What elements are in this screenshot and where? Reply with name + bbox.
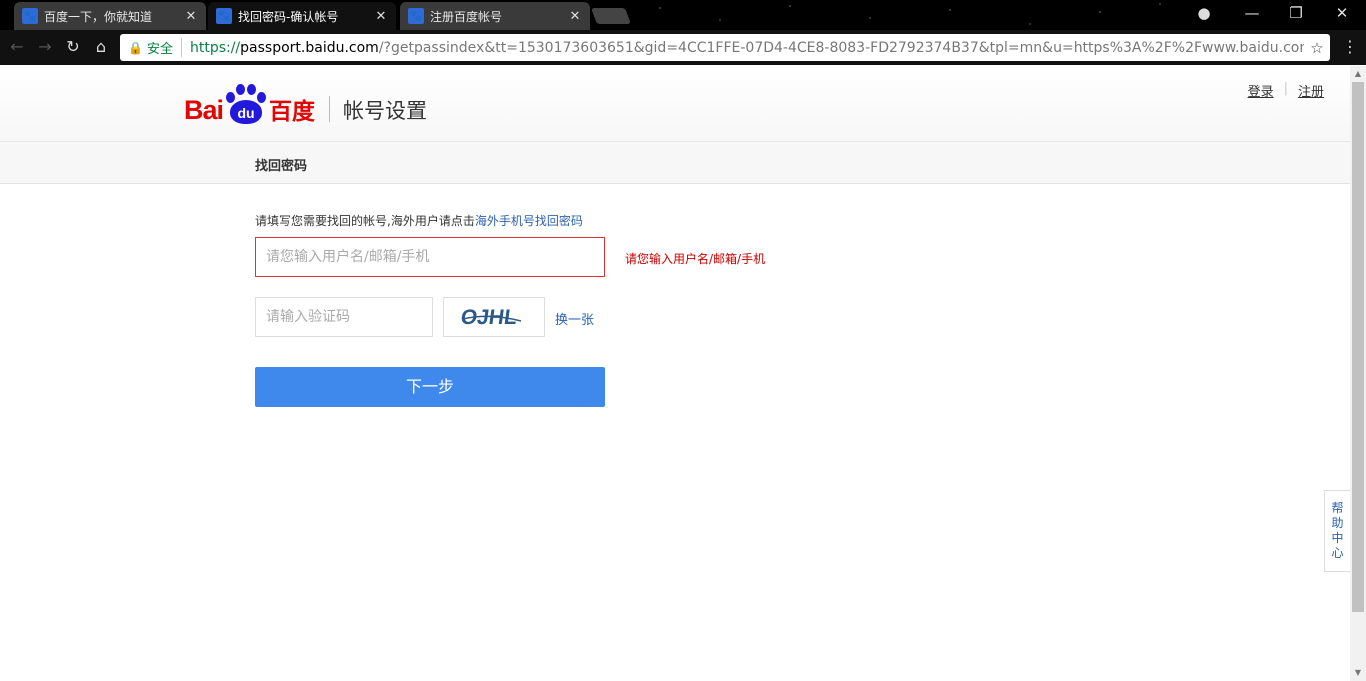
captcha-placeholder: 请输入验证码 [266, 309, 350, 325]
baidu-paw-icon: 🐾 [408, 8, 424, 24]
bookmark-star-icon[interactable]: ☆ [1304, 39, 1330, 57]
captcha-graphic: OJHL [459, 306, 522, 329]
logo-divider [329, 96, 331, 122]
lock-icon: 🔒 [128, 40, 143, 55]
address-bar[interactable]: 🔒 安全 https:// passport.baidu.com /?getpa… [120, 34, 1330, 61]
login-link[interactable]: 登录 [1248, 81, 1274, 100]
register-link[interactable]: 注册 [1298, 81, 1324, 100]
scrollbar-thumb[interactable] [1352, 82, 1364, 612]
titlebar-background [640, 0, 1200, 30]
close-icon[interactable]: ✕ [568, 9, 582, 24]
url-scheme: https:// [189, 39, 241, 56]
reload-icon[interactable]: ↻ [62, 36, 84, 58]
form-hint: 请填写您需要找回的帐号,海外用户请点击海外手机号找回密码 [255, 212, 583, 229]
forward-icon[interactable]: → [34, 36, 56, 58]
close-icon[interactable]: ✕ [184, 9, 198, 24]
logo-bai-text: Bai [184, 95, 224, 125]
account-error-message: 请您输入用户名/邮箱/手机 [625, 252, 766, 266]
help-center-label: 帮助中心 [1331, 501, 1344, 560]
close-icon[interactable]: ✕ [374, 9, 388, 24]
window-close-icon[interactable]: ✕ [1330, 4, 1354, 22]
account-placeholder: 请您输入用户名/邮箱/手机 [266, 249, 430, 265]
baidu-paw-icon: 🐾 [22, 8, 38, 24]
restore-icon[interactable]: ❐ [1284, 4, 1308, 22]
tab-label: 注册百度帐号 [430, 9, 503, 24]
url-host: passport.baidu.com [240, 39, 379, 56]
link-divider: | [1283, 81, 1288, 96]
logo-baidu-cn-text: 百度 [269, 99, 316, 125]
captcha-input[interactable]: 请输入验证码 [255, 297, 433, 337]
home-icon[interactable]: ⌂ [90, 36, 112, 58]
back-icon[interactable]: ← [6, 36, 28, 58]
profile-icon[interactable]: ● [1192, 4, 1216, 22]
page-scrollbar[interactable]: ▲ ▼ [1350, 66, 1366, 681]
sub-navbar: 找回密码 [0, 142, 1350, 184]
minimize-icon[interactable]: — [1240, 4, 1264, 22]
help-center-tab[interactable]: 帮助中心 [1324, 490, 1350, 572]
next-step-button[interactable]: 下一步 [255, 367, 605, 407]
url-path: /?getpassindex&tt=1530173603651&gid=4CC1… [378, 39, 1304, 56]
hint-text: 请填写您需要找回的帐号,海外用户请点击 [255, 214, 475, 228]
page-content: Bai du 百度 帐号设置 登录 | 注册 找回密码 请填写您需要找回的帐号,… [0, 66, 1350, 681]
tab-baidu-home[interactable]: 🐾 百度一下，你就知道 ✕ [14, 2, 206, 30]
tab-label: 百度一下，你就知道 [44, 9, 153, 24]
baidu-paw-logo-icon: du [224, 82, 268, 126]
overseas-phone-link[interactable]: 海外手机号找回密码 [475, 214, 583, 228]
account-input[interactable]: 请您输入用户名/邮箱/手机 [255, 237, 605, 277]
new-tab-button[interactable] [591, 8, 631, 24]
baidu-logo[interactable]: Bai du 百度 帐号设置 [184, 82, 427, 126]
browser-menu-icon[interactable]: ⋮ [1340, 36, 1360, 58]
tab-retrieve-password[interactable]: 🐾 找回密码-确认帐号 ✕ [208, 2, 396, 30]
refresh-captcha-link[interactable]: 换一张 [555, 309, 594, 328]
baidu-paw-icon: 🐾 [216, 8, 232, 24]
tab-register[interactable]: 🐾 注册百度帐号 ✕ [400, 2, 590, 30]
secure-label: 安全 [147, 38, 182, 57]
section-title: 帐号设置 [343, 99, 428, 123]
page-title: 找回密码 [255, 159, 308, 174]
scroll-up-icon[interactable]: ▲ [1350, 66, 1366, 82]
scroll-down-icon[interactable]: ▼ [1350, 665, 1366, 681]
tab-label: 找回密码-确认帐号 [238, 9, 339, 24]
site-header: Bai du 百度 帐号设置 登录 | 注册 [0, 66, 1350, 142]
logo-du-text: du [230, 100, 263, 124]
captcha-image[interactable]: OJHL [443, 297, 545, 337]
top-links: 登录 | 注册 [1248, 81, 1324, 100]
